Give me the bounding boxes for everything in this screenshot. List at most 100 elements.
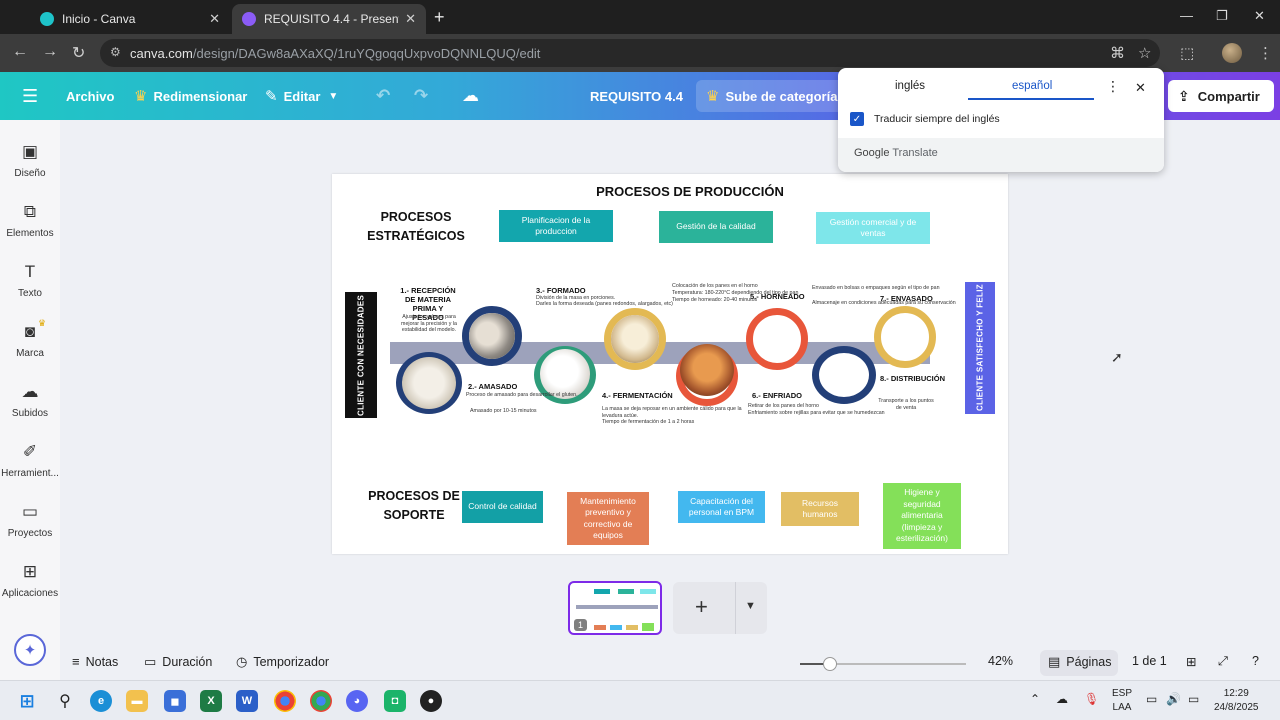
editar-button[interactable]: ✎ Editar ▼	[265, 72, 338, 120]
magic-assistant-button[interactable]: ✦	[14, 634, 46, 666]
translate-icon[interactable]: ⌘	[1110, 44, 1125, 62]
support-box-maintenance[interactable]: Mantenimiento preventivo y correctivo de…	[567, 492, 649, 545]
share-button[interactable]: ⇪ Compartir	[1168, 80, 1274, 112]
step-2-title[interactable]: 2.- AMASADO	[468, 382, 538, 391]
always-translate-checkbox[interactable]: ✓	[850, 112, 864, 126]
android-app-icon[interactable]: ◘	[384, 690, 406, 712]
tray-battery-icon[interactable]: ▭	[1188, 691, 1199, 707]
word-icon[interactable]: W	[236, 690, 258, 712]
note-step-7a[interactable]: Envasado en bolsas o empaques según el t…	[812, 285, 962, 292]
tray-display-icon[interactable]: ▭	[1146, 691, 1157, 707]
chrome-icon[interactable]	[274, 690, 296, 712]
redimensionar-button[interactable]: ♛ Redimensionar	[134, 72, 247, 120]
game-app-icon[interactable]: ●	[420, 690, 442, 712]
support-box-hygiene[interactable]: Higiene y seguridad alimentaria (limpiez…	[883, 483, 961, 549]
pages-button[interactable]: ▤ Páginas	[1048, 654, 1111, 670]
profile-avatar[interactable]	[1222, 43, 1242, 63]
reload-icon[interactable]: ↻	[72, 43, 85, 63]
strategic-box-planning[interactable]: Planificacion de la produccion	[499, 210, 613, 242]
chevron-down-icon[interactable]: ▼	[745, 600, 756, 612]
tray-chevron-icon[interactable]: ⌃	[1030, 691, 1040, 707]
slide-title[interactable]: PROCESOS DE PRODUCCIÓN	[540, 184, 840, 199]
store-icon[interactable]: ◼	[164, 690, 186, 712]
tab-requisito[interactable]: REQUISITO 4.4 - Presentación ✕	[232, 4, 426, 34]
translate-close-icon[interactable]: ✕	[1135, 80, 1146, 96]
step-4-title[interactable]: 4.- FERMENTACIÓN	[602, 391, 692, 400]
file-explorer-icon[interactable]: ▬	[126, 690, 148, 712]
chrome-profile-icon[interactable]	[310, 690, 332, 712]
document-title[interactable]: REQUISITO 4.4	[590, 72, 683, 120]
notes-button[interactable]: ≡ Notas	[72, 654, 118, 669]
excel-icon[interactable]: X	[200, 690, 222, 712]
right-bar-cliente-satisfecho[interactable]: CLIENTE SATISFECHO Y FELIZ	[965, 282, 995, 414]
url-field[interactable]: ⚙ canva.com/design/DAGw8aAXaXQ/1ruYQgoqq…	[100, 39, 1160, 67]
strategic-title[interactable]: PROCESOS ESTRATÉGICOS	[356, 208, 476, 246]
step-8-title[interactable]: 8.- DISTRIBUCIÓN	[880, 374, 960, 383]
always-translate-label[interactable]: Traducir siempre del inglés	[874, 113, 1000, 125]
sidebar-item-diseno[interactable]: ▣ Diseño	[0, 142, 60, 179]
add-page-button[interactable]: + ▼	[673, 582, 767, 634]
browser-menu-icon[interactable]: ⋮	[1258, 44, 1273, 62]
note-step-4b[interactable]: Tiempo de fermentación de 1 a 2 horas	[602, 419, 742, 426]
edge-icon[interactable]: e	[90, 690, 112, 712]
support-box-quality-control[interactable]: Control de calidad	[462, 491, 543, 523]
tab-inicio-canva[interactable]: Inicio - Canva ✕	[30, 4, 230, 34]
redo-icon[interactable]: ↷	[414, 72, 428, 120]
sidebar-item-subidos[interactable]: ☁ Subidos	[0, 382, 60, 419]
tray-mic-icon[interactable]: 🎙	[1084, 691, 1099, 707]
duration-button[interactable]: ▭ Duración	[144, 654, 212, 670]
note-step-8[interactable]: Transporte a los puntos de venta	[876, 398, 936, 411]
strategic-box-quality[interactable]: Gestión de la calidad	[659, 211, 773, 243]
undo-icon[interactable]: ↶	[376, 72, 390, 120]
help-icon[interactable]: ?	[1252, 654, 1259, 668]
translate-tab-source[interactable]: inglés	[895, 80, 925, 92]
menu-icon[interactable]: ☰	[22, 72, 38, 120]
note-step-4a[interactable]: La masa se deja reposar en un ambiente c…	[602, 406, 762, 419]
sidebar-item-proyectos[interactable]: ▭ Proyectos	[0, 502, 60, 539]
translate-more-icon[interactable]: ⋮	[1106, 78, 1120, 95]
grid-view-icon[interactable]: ⊞	[1186, 654, 1196, 669]
forward-icon[interactable]: →	[42, 43, 58, 61]
upgrade-button[interactable]: ♛ Sube de categoría a	[696, 80, 856, 112]
back-icon[interactable]: ←	[12, 43, 28, 61]
search-icon[interactable]: ⚲	[54, 690, 76, 712]
translate-tab-target[interactable]: español	[1012, 80, 1052, 92]
support-title[interactable]: PROCESOS DE SOPORTE	[348, 487, 480, 525]
sidebar-item-texto[interactable]: T Texto	[0, 262, 60, 299]
strategic-box-sales[interactable]: Gestión comercial y de ventas	[816, 212, 930, 244]
extensions-icon[interactable]: ⬚	[1180, 44, 1194, 62]
tray-volume-icon[interactable]: 🔊	[1166, 691, 1181, 707]
sidebar-item-marca[interactable]: ♛ ◙ Marca	[0, 318, 60, 359]
note-step-5c[interactable]: Tiempo de horneado: 20-40 minutos	[672, 297, 832, 304]
new-tab-icon[interactable]: +	[434, 7, 445, 28]
fullscreen-icon[interactable]: ⤢	[1218, 654, 1228, 669]
note-step-1[interactable]: Ajuste los valores para mejorar la preci…	[396, 314, 462, 334]
language-indicator[interactable]: ESP LAA	[1112, 687, 1132, 714]
sidebar-item-elementos[interactable]: ⧉ Elementos	[0, 202, 60, 239]
close-tab-icon[interactable]: ✕	[405, 11, 416, 27]
archivo-button[interactable]: Archivo	[66, 72, 114, 120]
sidebar-item-herramientas[interactable]: ✐ Herramient...	[0, 442, 60, 479]
bookmark-star-icon[interactable]: ☆	[1138, 44, 1151, 62]
timer-button[interactable]: ◷ Temporizador	[236, 654, 329, 670]
windows-start-icon[interactable]: ⊞	[16, 690, 38, 712]
note-step-5b[interactable]: Temperatura: 180-220°C dependiendo del t…	[672, 290, 832, 297]
sidebar-item-aplicaciones[interactable]: ⊞ Aplicaciones	[0, 562, 60, 599]
ring-step-5[interactable]	[746, 308, 808, 370]
ring-step-7[interactable]	[874, 306, 936, 368]
slide-canvas[interactable]: PROCESOS DE PRODUCCIÓN PROCESOS ESTRATÉG…	[332, 174, 1008, 554]
close-tab-icon[interactable]: ✕	[209, 11, 220, 27]
clock[interactable]: 12:29 24/8/2025	[1214, 687, 1259, 714]
note-step-7b[interactable]: Almacenaje en condiciones adecuadas para…	[812, 300, 967, 307]
step-3-title[interactable]: 3.- FORMADO	[536, 286, 606, 295]
cloud-saved-icon[interactable]: ☁	[462, 72, 479, 120]
step-6-title[interactable]: 6.- ENFRIADO	[752, 391, 822, 400]
minimize-icon[interactable]: —	[1180, 8, 1193, 23]
note-step-5a[interactable]: Colocación de los panes en el horno	[672, 283, 832, 290]
note-step-2b[interactable]: Amasado por 10-15 minutos	[470, 408, 590, 415]
support-box-training[interactable]: Capacitación del personal en BPM	[678, 491, 765, 523]
page-counter[interactable]: 1 de 1	[1132, 654, 1167, 668]
close-window-icon[interactable]: ✕	[1254, 8, 1265, 24]
maximize-icon[interactable]: ❐	[1216, 8, 1228, 24]
tray-cloud-icon[interactable]: ☁	[1056, 691, 1068, 707]
